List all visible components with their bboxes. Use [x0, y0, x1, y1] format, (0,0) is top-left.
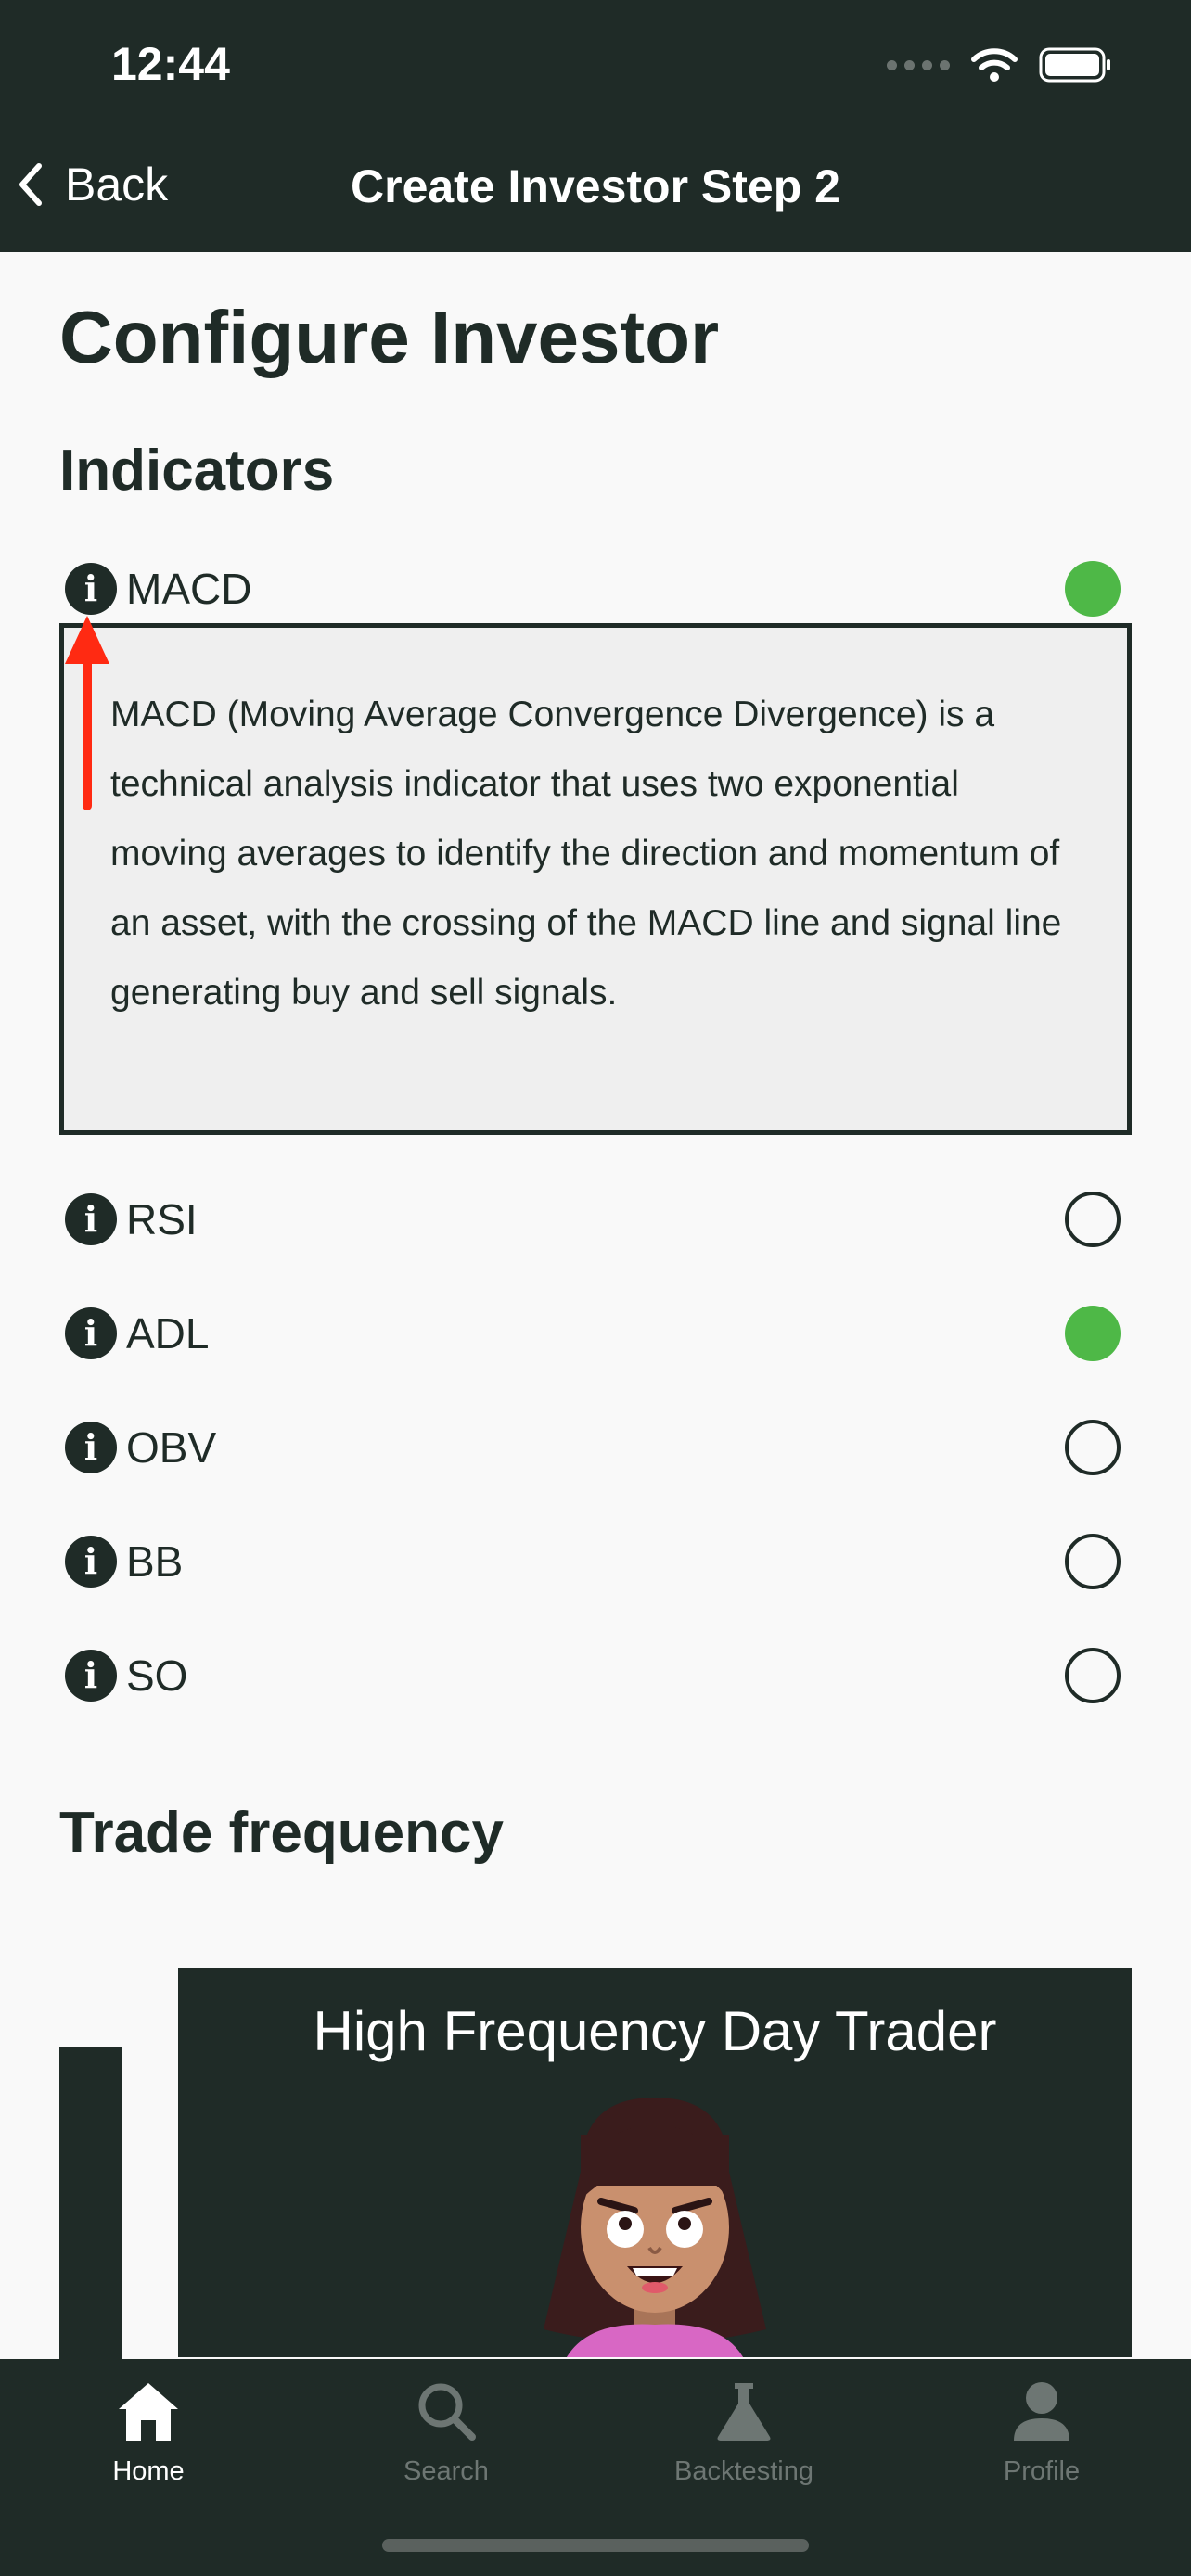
nav-title: Create Investor Step 2: [351, 160, 840, 212]
indicator-label: SO: [126, 1651, 188, 1700]
trade-frequency-title: Trade frequency: [59, 1801, 504, 1865]
person-icon: [1014, 2382, 1069, 2441]
trader-avatar-icon: [544, 2098, 766, 2357]
info-icon[interactable]: i: [65, 1650, 117, 1702]
tab-profile[interactable]: Profile: [949, 2379, 1134, 2487]
annotation-arrow-icon: [65, 616, 109, 810]
tab-backtesting[interactable]: Backtesting: [651, 2379, 837, 2487]
status-icons: [887, 46, 1113, 83]
indicator-radio[interactable]: [1065, 1648, 1121, 1703]
indicator-label: ADL: [126, 1309, 210, 1358]
page-title: Configure Investor: [59, 296, 720, 378]
indicator-radio[interactable]: [1065, 1420, 1121, 1475]
battery-icon: [1039, 47, 1110, 83]
indicators-title: Indicators: [59, 439, 335, 503]
info-icon[interactable]: i: [65, 1536, 117, 1588]
indicator-row-adl[interactable]: i ADL: [59, 1294, 1124, 1369]
tab-search[interactable]: Search: [353, 2379, 539, 2487]
home-icon: [119, 2383, 178, 2441]
tab-label: Home: [112, 2456, 185, 2486]
indicator-row-obv[interactable]: i OBV: [59, 1409, 1124, 1483]
wifi-icon: [971, 48, 1018, 82]
indicator-radio[interactable]: [1065, 1192, 1121, 1247]
indicator-label: BB: [126, 1537, 184, 1586]
app-header: 12:44 Back Create Investor Step 2: [0, 0, 1191, 252]
indicator-description-box: MACD (Moving Average Convergence Diverge…: [59, 623, 1132, 1135]
indicator-row-bb[interactable]: i BB: [59, 1523, 1124, 1597]
card-title: High Frequency Day Trader: [313, 2000, 997, 2062]
trade-frequency-card[interactable]: High Frequency Day Trader: [178, 1968, 1132, 2357]
tab-home[interactable]: Home: [56, 2379, 241, 2487]
indicator-label: RSI: [126, 1195, 198, 1243]
tab-label: Profile: [1003, 2456, 1081, 2486]
indicator-row-so[interactable]: i SO: [59, 1637, 1124, 1711]
status-time: 12:44: [111, 38, 230, 90]
previous-card-edge[interactable]: [59, 2047, 122, 2359]
home-indicator[interactable]: [382, 2539, 809, 2552]
tab-label: Backtesting: [674, 2456, 813, 2486]
info-icon[interactable]: i: [65, 1193, 117, 1245]
flask-icon: [717, 2383, 771, 2441]
indicator-radio[interactable]: [1065, 1534, 1121, 1589]
indicator-description: MACD (Moving Average Convergence Diverge…: [110, 695, 1062, 1013]
indicator-label: OBV: [126, 1423, 217, 1472]
info-icon[interactable]: i: [65, 1307, 117, 1359]
indicator-row-macd[interactable]: i MACD: [59, 550, 1124, 624]
cellular-signal-icon: [887, 59, 950, 70]
tab-label: Search: [403, 2456, 489, 2486]
indicator-radio-selected[interactable]: [1065, 561, 1121, 617]
indicator-label: MACD: [126, 565, 252, 613]
indicator-row-rsi[interactable]: i RSI: [59, 1180, 1124, 1255]
info-icon[interactable]: i: [65, 563, 117, 615]
info-icon[interactable]: i: [65, 1422, 117, 1473]
indicator-radio-selected[interactable]: [1065, 1306, 1121, 1361]
search-icon: [418, 2383, 476, 2441]
